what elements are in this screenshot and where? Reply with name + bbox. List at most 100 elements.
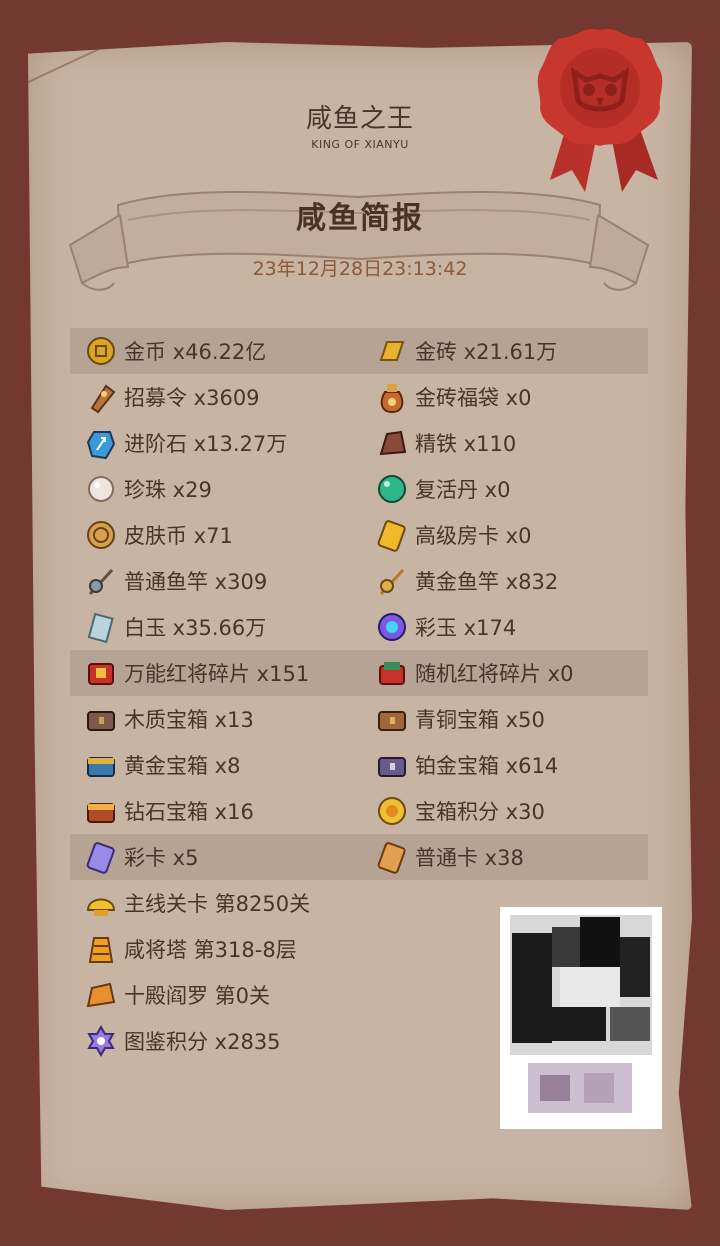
resource-item: 复活丹 x0 — [375, 466, 510, 512]
resource-item: 万能红将碎片 x151 — [84, 650, 309, 696]
white-jade-icon — [87, 612, 114, 644]
fishing-rod-icon — [88, 568, 114, 596]
bronze-chest-icon — [378, 711, 406, 731]
resource-row: 珍珠 x29 复活丹 x0 — [70, 466, 648, 512]
resource-item: 精铁 x110 — [375, 420, 516, 466]
resource-item: 进阶石 x13.27万 — [84, 420, 287, 466]
advance-stone-icon — [86, 431, 116, 460]
resource-row: 彩卡 x5 普通卡 x38 — [70, 834, 648, 880]
resource-item: 金砖 x21.61万 — [375, 328, 557, 374]
resource-row: 进阶石 x13.27万 精铁 x110 — [70, 420, 648, 466]
resource-item: 黄金鱼竿 x832 — [375, 558, 558, 604]
resource-row: 金币 x46.22亿 金砖 x21.61万 — [70, 328, 648, 374]
resource-item: 皮肤币 x71 — [84, 512, 233, 558]
progress-item: 主线关卡 第8250关 — [84, 880, 310, 926]
resource-label: 彩玉 x174 — [415, 616, 517, 640]
colored-jade-icon — [378, 613, 406, 641]
resource-row: 普通鱼竿 x309 黄金鱼竿 x832 — [70, 558, 648, 604]
app-subtitle: KING OF XIANYU — [311, 138, 409, 151]
progress-item: 咸将塔 第318-8层 — [84, 926, 297, 972]
resource-row: 招募令 x3609 金砖福袋 x0 — [70, 374, 648, 420]
gold-fishing-rod-icon — [379, 568, 405, 596]
resource-label: 招募令 x3609 — [124, 386, 260, 410]
resource-item: 普通卡 x38 — [375, 834, 524, 880]
resource-item: 青铜宝箱 x50 — [375, 696, 545, 742]
resource-row: 木质宝箱 x13 青铜宝箱 x50 — [70, 696, 648, 742]
resource-item: 金币 x46.22亿 — [84, 328, 266, 374]
resource-label: 白玉 x35.66万 — [124, 616, 267, 640]
resource-label: 金币 x46.22亿 — [124, 340, 267, 364]
report-timestamp: 23年12月28日23:13:42 — [252, 258, 468, 280]
resource-label: 宝箱积分 x30 — [415, 800, 545, 824]
resource-item: 招募令 x3609 — [84, 374, 260, 420]
collection-points-icon — [87, 1024, 115, 1058]
resource-label: 普通鱼竿 x309 — [124, 570, 268, 594]
progress-label: 十殿阎罗 第0关 — [124, 984, 271, 1008]
resource-label: 精铁 x110 — [415, 432, 517, 456]
gold-chest-icon — [87, 757, 115, 777]
random-red-fragment-icon — [379, 662, 405, 685]
resource-label: 彩卡 x5 — [124, 846, 199, 870]
gold-coin-icon — [87, 337, 115, 365]
resource-item: 铂金宝箱 x614 — [375, 742, 558, 788]
rainbow-card-icon — [86, 842, 115, 874]
resource-label: 进阶石 x13.27万 — [124, 432, 288, 456]
main-stage-icon — [86, 898, 116, 916]
tower-icon — [88, 937, 114, 963]
qr-code — [500, 907, 662, 1129]
progress-label: 图鉴积分 x2835 — [124, 1030, 281, 1054]
resource-label: 万能红将碎片 x151 — [124, 662, 310, 686]
progress-item: 图鉴积分 x2835 — [84, 1018, 281, 1064]
red-general-fragment-icon — [88, 663, 114, 685]
resource-item: 高级房卡 x0 — [375, 512, 531, 558]
resource-item: 金砖福袋 x0 — [375, 374, 531, 420]
progress-item: 十殿阎罗 第0关 — [84, 972, 270, 1018]
resource-item: 钻石宝箱 x16 — [84, 788, 254, 834]
resource-item: 彩卡 x5 — [84, 834, 198, 880]
resource-row: 万能红将碎片 x151 随机红将碎片 x0 — [70, 650, 648, 696]
report-title: 咸鱼简报 — [296, 201, 424, 236]
resource-row: 钻石宝箱 x16 宝箱积分 x30 — [70, 788, 648, 834]
gold-brick-icon — [379, 341, 405, 361]
progress-label: 主线关卡 第8250关 — [124, 892, 311, 916]
resource-row: 黄金宝箱 x8 铂金宝箱 x614 — [70, 742, 648, 788]
resource-label: 随机红将碎片 x0 — [415, 662, 574, 686]
room-card-icon — [377, 520, 406, 552]
resource-label: 高级房卡 x0 — [415, 524, 532, 548]
resource-item: 黄金宝箱 x8 — [84, 742, 240, 788]
chest-points-icon — [378, 797, 406, 825]
resource-item: 普通鱼竿 x309 — [84, 558, 267, 604]
resource-label: 金砖福袋 x0 — [415, 386, 532, 410]
resource-label: 青铜宝箱 x50 — [415, 708, 545, 732]
resource-label: 复活丹 x0 — [415, 478, 511, 502]
resource-item: 随机红将碎片 x0 — [375, 650, 573, 696]
skin-coin-icon — [87, 521, 115, 549]
resource-label: 金砖 x21.61万 — [415, 340, 558, 364]
resource-item: 白玉 x35.66万 — [84, 604, 266, 650]
refined-iron-icon — [379, 430, 407, 456]
resource-item: 珍珠 x29 — [84, 466, 212, 512]
resource-label: 黄金宝箱 x8 — [124, 754, 241, 778]
wooden-chest-icon — [87, 711, 115, 731]
pearl-icon — [88, 476, 114, 502]
resource-label: 黄金鱼竿 x832 — [415, 570, 559, 594]
resource-label: 钻石宝箱 x16 — [124, 800, 254, 824]
platinum-chest-icon — [378, 757, 406, 777]
normal-card-icon — [377, 842, 406, 874]
resource-item: 木质宝箱 x13 — [84, 696, 254, 742]
gold-brick-bag-icon — [380, 384, 404, 414]
revive-pill-icon — [378, 475, 406, 503]
resource-label: 皮肤币 x71 — [124, 524, 233, 548]
recruit-token-icon — [90, 384, 116, 414]
resource-row: 白玉 x35.66万 彩玉 x174 — [70, 604, 648, 650]
progress-label: 咸将塔 第318-8层 — [124, 938, 297, 962]
app-title: 咸鱼之王 — [305, 104, 414, 134]
resource-label: 普通卡 x38 — [415, 846, 524, 870]
diamond-chest-icon — [87, 803, 115, 823]
resource-row: 皮肤币 x71 高级房卡 x0 — [70, 512, 648, 558]
resource-item: 彩玉 x174 — [375, 604, 516, 650]
resource-item: 宝箱积分 x30 — [375, 788, 545, 834]
resource-label: 铂金宝箱 x614 — [415, 754, 559, 778]
resource-label: 珍珠 x29 — [124, 478, 212, 502]
resource-label: 木质宝箱 x13 — [124, 708, 254, 732]
